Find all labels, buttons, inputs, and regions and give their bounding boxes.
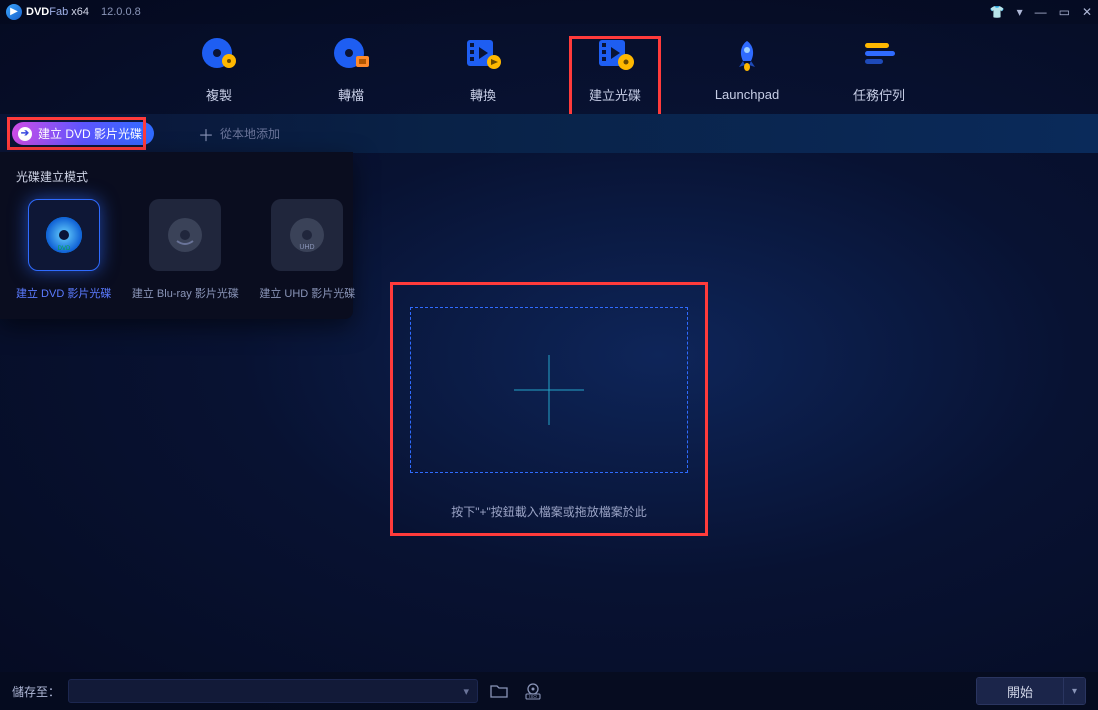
dropzone-highlight-box: 按下"+"按鈕載入檔案或拖放檔案於此 [390,282,708,536]
add-from-local-button[interactable]: ＋ 從本地添加 [198,122,280,146]
close-button[interactable]: ✕ [1082,5,1092,19]
app-logo-icon: ▶ [6,4,22,20]
mode-item-bluray[interactable]: 建立 Blu-ray 影片光碟 [137,199,233,301]
tab-label: 建立光碟 [589,85,641,104]
mode-item-label: 建立 UHD 影片光碟 [259,285,355,301]
mode-item-label: 建立 DVD 影片光碟 [16,285,111,301]
app-name: DVDFab x64 [26,6,89,18]
save-to-label: 儲存至： [12,683,60,700]
film-convert-icon [461,35,505,71]
dropzone-hint: 按下"+"按鈕載入檔案或拖放檔案於此 [451,503,647,520]
window-controls: 👕 ▾ — ▭ ✕ [990,5,1092,19]
film-disc-icon [593,35,637,71]
titlebar-left: ▶ DVDFab x64 12.0.0.8 [6,4,141,20]
disc-rip-icon [329,35,373,71]
menu-dropdown-icon[interactable]: ▾ [1017,5,1023,19]
tab-ripper[interactable]: 轉檔 [311,35,391,104]
iso-icon: ISO [523,682,543,700]
mode-item-label: 建立 Blu-ray 影片光碟 [132,285,239,301]
dvd-disc-icon: DVD [28,199,100,271]
restore-button[interactable]: ▭ [1059,5,1070,19]
mode-select-pill[interactable]: ➔ 建立 DVD 影片光碟 [12,122,154,145]
titlebar: ▶ DVDFab x64 12.0.0.8 👕 ▾ — ▭ ✕ [0,0,1098,24]
browse-folder-button[interactable] [486,679,512,703]
add-file-plus-icon [514,355,584,425]
bottom-bar: 儲存至： ▾ ISO 開始 ▾ [0,672,1098,710]
tab-copy[interactable]: 複製 [179,35,259,104]
tab-queue[interactable]: 任務佇列 [839,35,919,104]
mode-pill-label: 建立 DVD 影片光碟 [38,125,142,142]
start-button-group: 開始 ▾ [976,677,1086,705]
top-tabs: 複製 轉檔 轉換 建立光碟 Launchpad 任務佇列 [0,24,1098,114]
skin-icon[interactable]: 👕 [990,5,1005,19]
chevron-right-icon: ➔ [18,127,32,141]
mode-items: DVD 建立 DVD 影片光碟 建立 Blu-ray 影片光碟 UHD 建立 U… [16,199,337,301]
tab-creator[interactable]: 建立光碟 [575,35,655,104]
save-as-iso-button[interactable]: ISO [520,679,546,703]
minimize-button[interactable]: — [1035,5,1047,19]
folder-icon [490,683,508,699]
app-version: 12.0.0.8 [101,6,141,18]
disc-copy-icon [197,35,241,71]
tab-launchpad[interactable]: Launchpad [707,37,787,102]
mode-panel-title: 光碟建立模式 [16,168,337,185]
mode-item-uhd[interactable]: UHD 建立 UHD 影片光碟 [259,199,355,301]
queue-icon [857,35,901,71]
svg-text:DVD: DVD [57,246,70,252]
tab-label: 複製 [206,85,232,104]
chevron-down-icon: ▾ [463,685,469,698]
svg-text:UHD: UHD [300,244,315,251]
tab-label: 任務佇列 [853,85,905,104]
output-path-select[interactable]: ▾ [68,679,478,703]
rocket-icon [725,37,769,73]
bluray-disc-icon [149,199,221,271]
mode-item-dvd[interactable]: DVD 建立 DVD 影片光碟 [16,199,111,301]
tab-label: Launchpad [715,87,779,102]
tab-converter[interactable]: 轉換 [443,35,523,104]
svg-text:ISO: ISO [529,694,537,699]
tab-label: 轉檔 [338,85,364,104]
start-dropdown[interactable]: ▾ [1063,678,1085,704]
mode-panel: 光碟建立模式 DVD 建立 DVD 影片光碟 建立 Blu-ray 影片光碟 U… [0,152,353,319]
add-local-label: 從本地添加 [220,125,280,142]
uhd-disc-icon: UHD [271,199,343,271]
plus-icon: ＋ [198,122,214,146]
secondary-bar: ➔ 建立 DVD 影片光碟 ＋ 從本地添加 [0,114,1098,153]
tab-label: 轉換 [470,85,496,104]
start-button[interactable]: 開始 [977,678,1063,704]
dropzone[interactable] [410,307,688,473]
